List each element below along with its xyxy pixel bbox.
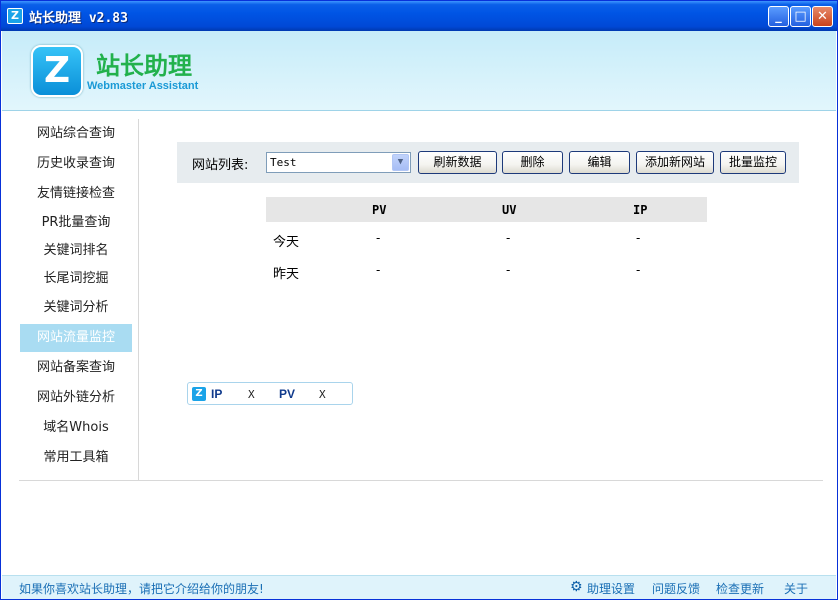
sidebar-item-friend-links[interactable]: 友情链接检查 (20, 180, 132, 208)
logo-title-cn: 站长助理 (96, 52, 192, 80)
sidebar-item-keyword-analysis[interactable]: 关键词分析 (20, 294, 132, 322)
title-bar[interactable]: Z 站长助理 v2.83 _ □ ✕ (1, 1, 837, 31)
z-logo-icon: Z (192, 387, 206, 401)
widget-ip-value: X (248, 388, 255, 401)
sidebar-item-keyword-rank[interactable]: 关键词排名 (20, 237, 132, 265)
header-ip: IP (633, 203, 648, 217)
maximize-button[interactable]: □ (790, 6, 811, 27)
widget-ip-label: IP (211, 387, 223, 401)
logo-icon: Z (31, 45, 83, 97)
batch-monitor-button[interactable]: 批量监控 (720, 151, 786, 174)
row-today-label: 今天 (273, 235, 300, 250)
logo-title-en: Webmaster Assistant (87, 80, 199, 92)
sidebar-item-longtail[interactable]: 长尾词挖掘 (20, 265, 132, 293)
yesterday-uv: - (506, 263, 511, 277)
feedback-link[interactable]: 问题反馈 (652, 580, 700, 597)
status-bar: 如果你喜欢站长助理，请把它介绍给你的朋友! ⚙ 助理设置 问题反馈 检查更新 关… (2, 575, 836, 599)
site-list-label: 网站列表: (192, 158, 249, 173)
content-divider (19, 480, 823, 481)
sidebar-item-pr-batch[interactable]: PR批量查询 (20, 209, 132, 237)
header-uv: UV (502, 203, 517, 217)
yesterday-pv: - (376, 263, 381, 277)
app-window: Z 站长助理 v2.83 _ □ ✕ Z 站长助理 Webmaster Assi… (0, 0, 838, 600)
minimize-button[interactable]: _ (768, 6, 789, 27)
sidebar-item-whois[interactable]: 域名Whois (20, 414, 132, 442)
refresh-button[interactable]: 刷新数据 (418, 151, 497, 174)
status-message: 如果你喜欢站长助理，请把它介绍给你的朋友! (19, 582, 264, 596)
sidebar-item-site-query[interactable]: 网站综合查询 (20, 120, 132, 148)
about-link[interactable]: 关于 (784, 580, 808, 597)
today-uv: - (506, 231, 511, 245)
site-toolbar: 网站列表: Test ▼ 刷新数据 删除 编辑 添加新网站 批量监控 (177, 142, 799, 183)
site-select[interactable]: Test ▼ (266, 152, 411, 173)
sidebar-item-toolbox[interactable]: 常用工具箱 (20, 444, 132, 472)
sidebar-nav: 网站综合查询 历史收录查询 友情链接检查 PR批量查询 关键词排名 长尾词挖掘 … (19, 119, 139, 481)
widget-pv-label: PV (279, 387, 296, 401)
gear-icon[interactable]: ⚙ (570, 579, 583, 595)
sidebar-item-traffic-monitor[interactable]: 网站流量监控 (20, 324, 132, 352)
table-header: PV UV IP (266, 197, 707, 222)
check-update-link[interactable]: 检查更新 (716, 580, 764, 597)
header-pv: PV (372, 203, 387, 217)
sidebar-item-history-index[interactable]: 历史收录查询 (20, 150, 132, 178)
sidebar-item-backlinks[interactable]: 网站外链分析 (20, 384, 132, 412)
today-ip: - (636, 231, 641, 245)
delete-button[interactable]: 删除 (502, 151, 563, 174)
site-select-value: Test (270, 156, 297, 169)
chevron-down-icon[interactable]: ▼ (392, 154, 409, 171)
yesterday-ip: - (636, 263, 641, 277)
edit-button[interactable]: 编辑 (569, 151, 630, 174)
window-title: 站长助理 v2.83 (29, 11, 128, 26)
header-banner: Z 站长助理 Webmaster Assistant (2, 31, 836, 111)
settings-link[interactable]: 助理设置 (587, 580, 635, 597)
traffic-widget[interactable]: Z IP X PV X (187, 382, 353, 405)
close-button[interactable]: ✕ (812, 6, 833, 27)
app-icon: Z (7, 8, 23, 24)
add-site-button[interactable]: 添加新网站 (636, 151, 714, 174)
sidebar-item-icp-query[interactable]: 网站备案查询 (20, 354, 132, 382)
row-yesterday-label: 昨天 (273, 267, 300, 282)
today-pv: - (376, 231, 381, 245)
widget-pv-value: X (319, 388, 326, 401)
